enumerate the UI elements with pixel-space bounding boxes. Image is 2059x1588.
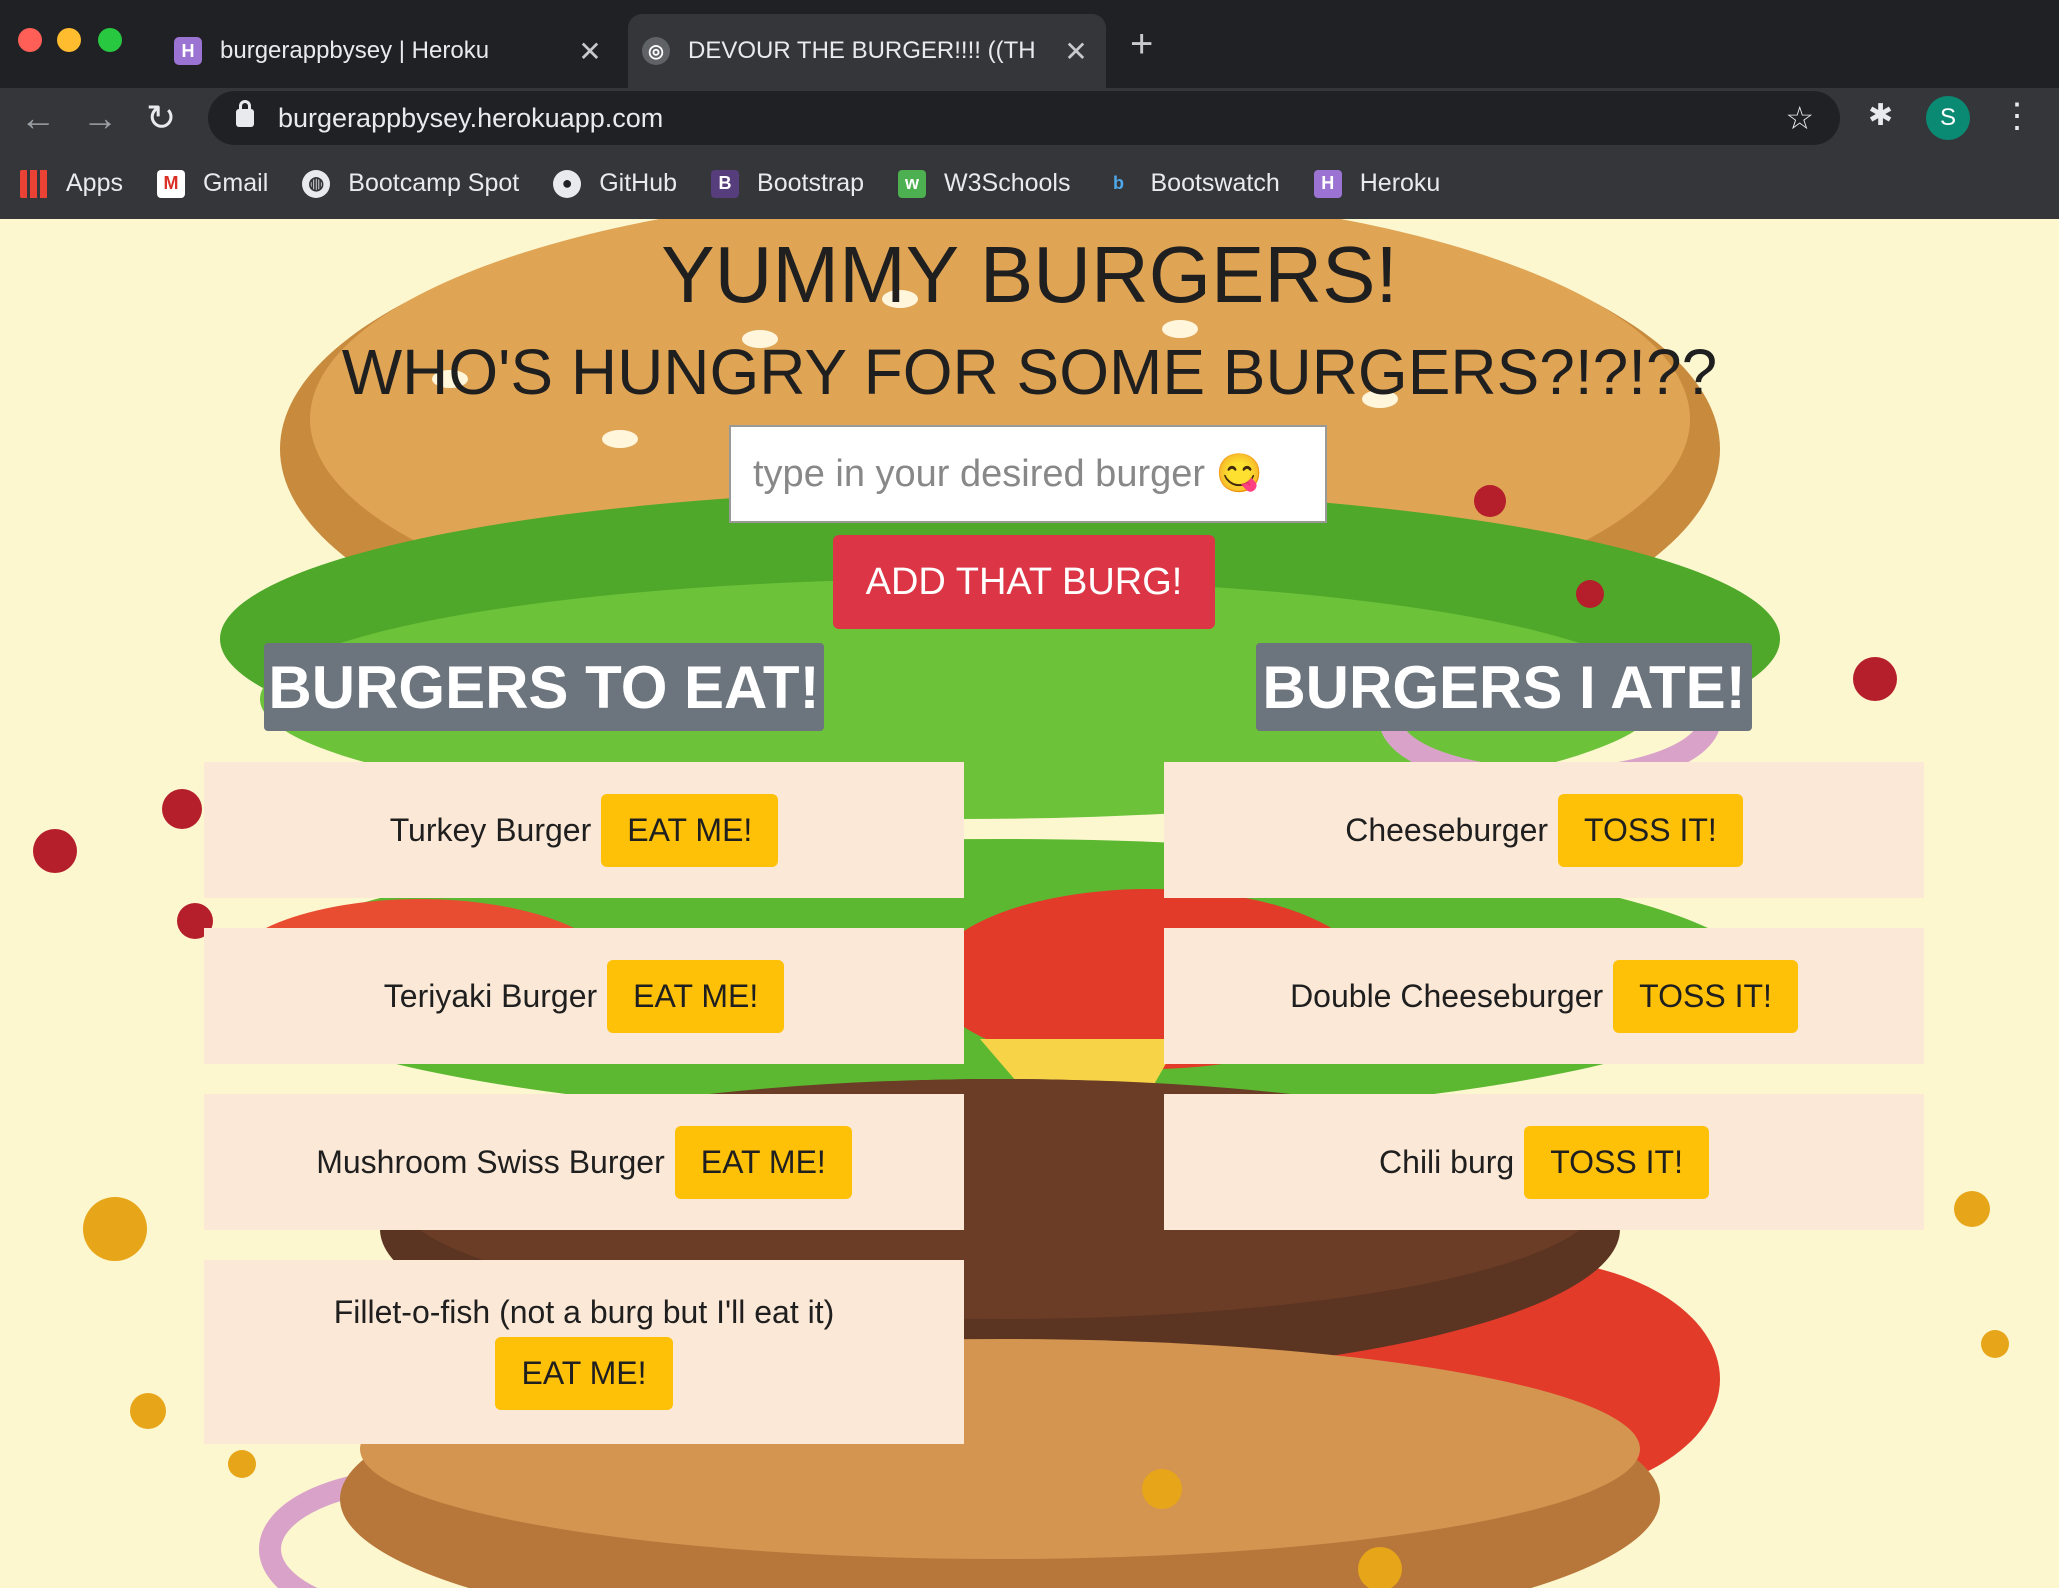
to-eat-item: Turkey Burger EAT ME!: [204, 762, 964, 898]
burger-name: Mushroom Swiss Burger: [316, 1143, 665, 1180]
eaten-item: Double Cheeseburger TOSS IT!: [1164, 928, 1924, 1064]
bookmarks-bar: Apps M Gmail ◍ Bootcamp Spot ● GitHub B …: [0, 148, 2059, 219]
to-eat-item: Mushroom Swiss Burger EAT ME!: [204, 1094, 964, 1230]
page-subtitle: WHO'S HUNGRY FOR SOME BURGERS?!?!??: [341, 336, 1718, 408]
extensions-icon[interactable]: ✱: [1868, 98, 1893, 133]
bookmark-label: Heroku: [1359, 169, 1441, 197]
profile-avatar[interactable]: S: [1926, 96, 1970, 140]
page-viewport: YUMMY BURGERS! WHO'S HUNGRY FOR SOME BUR…: [0, 219, 2059, 1588]
close-window-button[interactable]: [18, 28, 42, 52]
address-bar[interactable]: burgerappbysey.herokuapp.com ☆: [208, 91, 1840, 145]
bookmark-bootstrap[interactable]: B Bootstrap: [711, 169, 864, 198]
eaten-item: Cheeseburger TOSS IT!: [1164, 762, 1924, 898]
close-icon[interactable]: ✕: [572, 35, 608, 68]
burger-name: Double Cheeseburger: [1290, 977, 1604, 1014]
bookmark-w3schools[interactable]: w W3Schools: [898, 169, 1071, 198]
minimize-window-button[interactable]: [57, 28, 81, 52]
close-icon[interactable]: ✕: [1058, 35, 1094, 68]
w3schools-icon: w: [898, 169, 927, 198]
globe-icon: ◍: [302, 169, 331, 198]
bookmark-github[interactable]: ● GitHub: [553, 169, 677, 198]
heroku-icon: H: [1313, 169, 1342, 198]
more-menu-icon[interactable]: ⋮: [2000, 94, 2034, 138]
to-eat-item: Teriyaki Burger EAT ME!: [204, 928, 964, 1064]
toss-it-button[interactable]: TOSS IT!: [1613, 959, 1798, 1033]
toolbar: ← → ↻ burgerappbysey.herokuapp.com ☆ ✱ S…: [0, 88, 2059, 148]
bookmark-label: Apps: [66, 169, 123, 197]
add-burger-button[interactable]: ADD THAT BURG!: [833, 535, 1215, 629]
eaten-item: Chili burg TOSS IT!: [1164, 1094, 1924, 1230]
tab-heroku[interactable]: H burgerappbysey | Heroku ✕: [160, 14, 620, 88]
toss-it-button[interactable]: TOSS IT!: [1558, 793, 1743, 867]
bookmark-bootcamp-spot[interactable]: ◍ Bootcamp Spot: [302, 169, 519, 198]
bookmark-apps[interactable]: Apps: [20, 169, 123, 198]
burger-name: Chili burg: [1379, 1143, 1515, 1180]
lock-icon[interactable]: [236, 100, 254, 127]
url-text[interactable]: burgerappbysey.herokuapp.com: [278, 103, 1785, 134]
to-eat-item: Fillet-o-fish (not a burg but I'll eat i…: [204, 1260, 964, 1444]
bookmark-heroku[interactable]: H Heroku: [1313, 169, 1441, 198]
new-tab-button[interactable]: +: [1130, 24, 1153, 64]
bookmark-label: Bootcamp Spot: [348, 169, 520, 197]
browser-chrome: H burgerappbysey | Heroku ✕ ◎ DEVOUR THE…: [0, 0, 2059, 219]
burger-name: Fillet-o-fish (not a burg but I'll eat i…: [333, 1294, 835, 1330]
eat-me-button[interactable]: EAT ME!: [601, 793, 779, 867]
burger-name: Teriyaki Burger: [383, 977, 598, 1014]
bookmark-label: Bootstrap: [757, 169, 865, 197]
burger-name: Turkey Burger: [389, 811, 592, 848]
eat-me-button[interactable]: EAT ME!: [607, 959, 785, 1033]
tab-devour-the-burger[interactable]: ◎ DEVOUR THE BURGER!!!! ((TH ✕: [628, 14, 1106, 88]
bookmark-star-icon[interactable]: ☆: [1785, 99, 1814, 137]
burger-name-input[interactable]: [729, 425, 1327, 523]
tab-title: DEVOUR THE BURGER!!!! ((TH: [688, 37, 1036, 64]
bootstrap-icon: B: [711, 169, 740, 198]
bookmark-gmail[interactable]: M Gmail: [156, 169, 269, 198]
bookmark-label: W3Schools: [944, 169, 1071, 197]
burgers-eaten-header: BURGERS I ATE!: [1256, 643, 1752, 731]
eat-me-button[interactable]: EAT ME!: [495, 1337, 673, 1410]
burgers-to-eat-header: BURGERS TO EAT!: [264, 643, 824, 731]
bookmark-label: Gmail: [202, 169, 269, 197]
bookmark-label: GitHub: [599, 169, 678, 197]
forward-icon[interactable]: →: [82, 96, 118, 140]
page-title: YUMMY BURGERS!: [661, 230, 1398, 319]
reload-icon[interactable]: ↻: [146, 96, 176, 140]
globe-icon: ◎: [642, 37, 670, 65]
bootswatch-icon: b: [1104, 169, 1133, 198]
toss-it-button[interactable]: TOSS IT!: [1524, 1125, 1709, 1199]
eat-me-button[interactable]: EAT ME!: [674, 1125, 852, 1199]
burger-name: Cheeseburger: [1345, 811, 1549, 848]
tab-title: burgerappbysey | Heroku: [220, 37, 490, 64]
apps-grid-icon: [20, 169, 48, 198]
bookmark-label: Bootswatch: [1150, 169, 1280, 197]
github-icon: ●: [553, 169, 582, 198]
heroku-icon: H: [174, 37, 202, 65]
back-icon[interactable]: ←: [20, 96, 56, 140]
bookmark-bootswatch[interactable]: b Bootswatch: [1104, 169, 1280, 198]
tab-strip: H burgerappbysey | Heroku ✕ ◎ DEVOUR THE…: [0, 0, 2059, 88]
gmail-icon: M: [156, 169, 185, 198]
maximize-window-button[interactable]: [98, 28, 122, 52]
